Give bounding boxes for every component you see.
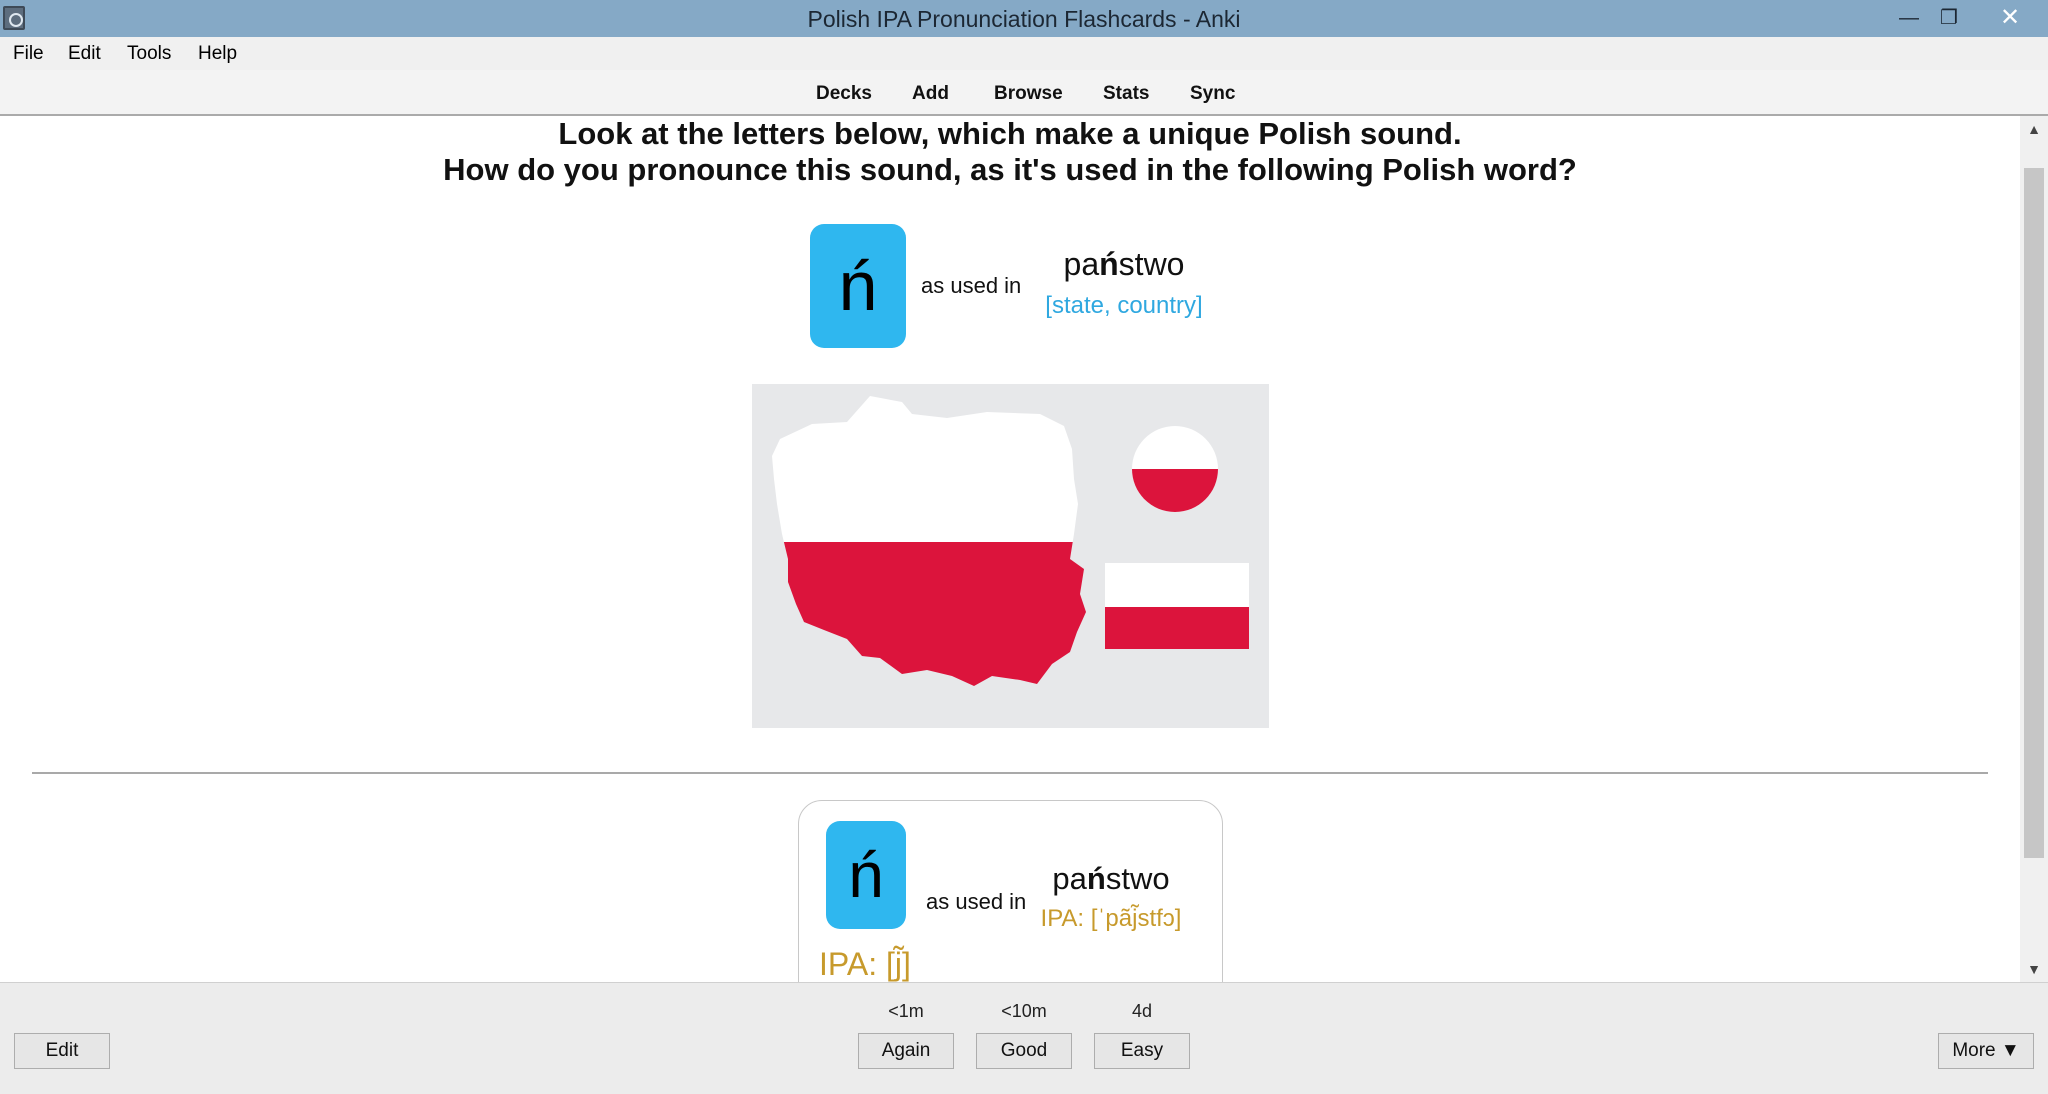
as-used-in-label: as used in bbox=[921, 273, 1022, 298]
answer-example-word: państwo bbox=[1031, 861, 1191, 897]
poland-map-illustration bbox=[772, 396, 1249, 686]
menu-edit[interactable]: Edit bbox=[68, 43, 101, 65]
maximize-icon[interactable]: ❐ bbox=[1934, 4, 1964, 32]
vertical-scrollbar[interactable]: ▲ ▼ bbox=[2020, 116, 2048, 982]
toolbar-sync[interactable]: Sync bbox=[1190, 83, 1235, 105]
menu-bar: File Edit Tools Help bbox=[0, 37, 2048, 70]
good-interval: <10m bbox=[1001, 1001, 1047, 1021]
menu-help[interactable]: Help bbox=[198, 43, 237, 65]
answer-divider bbox=[32, 772, 1988, 774]
edit-button[interactable]: Edit bbox=[14, 1033, 110, 1069]
word-ipa-transcription: IPA: [ˈpãj̃stfɔ] bbox=[1040, 905, 1182, 932]
scrollbar-thumb[interactable] bbox=[2024, 168, 2044, 858]
answer-word-highlight: ń bbox=[1086, 861, 1106, 896]
window-title: Polish IPA Pronunciation Flashcards - An… bbox=[807, 6, 1241, 32]
answer-word-start: pa bbox=[1052, 861, 1087, 896]
toolbar-stats[interactable]: Stats bbox=[1103, 83, 1149, 105]
example-word-start: pa bbox=[1063, 246, 1100, 282]
toolbar-add[interactable]: Add bbox=[912, 83, 949, 105]
close-icon[interactable]: ✕ bbox=[1995, 4, 2025, 32]
again-button[interactable]: Again bbox=[858, 1033, 954, 1069]
letter-tile: ń bbox=[810, 224, 906, 348]
main-toolbar: Decks Add Browse Stats Sync bbox=[0, 70, 2048, 116]
scroll-down-arrow-icon[interactable]: ▼ bbox=[2020, 956, 2048, 982]
menu-file[interactable]: File bbox=[13, 43, 44, 65]
poland-map-image bbox=[752, 384, 1269, 728]
card-review-area: Look at the letters below, which make a … bbox=[0, 116, 2020, 982]
good-button[interactable]: Good bbox=[976, 1033, 1072, 1069]
example-word-end: stwo bbox=[1118, 246, 1185, 282]
review-bottom-bar: Edit <1m <10m 4d Again Good Easy More ▼ bbox=[0, 982, 2048, 1094]
toolbar-decks[interactable]: Decks bbox=[816, 83, 872, 105]
example-word-highlight: ń bbox=[1099, 246, 1119, 282]
answer-word-end: stwo bbox=[1105, 861, 1170, 896]
minimize-icon[interactable]: — bbox=[1894, 4, 1924, 32]
easy-interval: 4d bbox=[1131, 1001, 1153, 1021]
again-interval: <1m bbox=[888, 1001, 924, 1021]
answer-letter-tile: ń bbox=[826, 821, 906, 929]
question-line-1: Look at the letters below, which make a … bbox=[558, 116, 1462, 151]
easy-button[interactable]: Easy bbox=[1094, 1033, 1190, 1069]
word-translation: [state, country] bbox=[1045, 292, 1203, 319]
answer-card: ń as used in państwo IPA: [ˈpãj̃stfɔ] IP… bbox=[798, 800, 1223, 982]
example-word: państwo bbox=[1024, 246, 1224, 283]
scroll-up-arrow-icon[interactable]: ▲ bbox=[2020, 116, 2048, 142]
sound-ipa: IPA: [j̃] bbox=[819, 946, 911, 982]
more-button[interactable]: More ▼ bbox=[1938, 1033, 2034, 1069]
menu-tools[interactable]: Tools bbox=[127, 43, 171, 65]
title-bar: Polish IPA Pronunciation Flashcards - An… bbox=[0, 0, 2048, 37]
toolbar-browse[interactable]: Browse bbox=[994, 83, 1063, 105]
question-prompt: Look at the letters below, which make a … bbox=[0, 116, 2020, 188]
answer-as-used-in-label: as used in bbox=[926, 889, 1027, 914]
question-line-2: How do you pronounce this sound, as it's… bbox=[443, 152, 1577, 187]
